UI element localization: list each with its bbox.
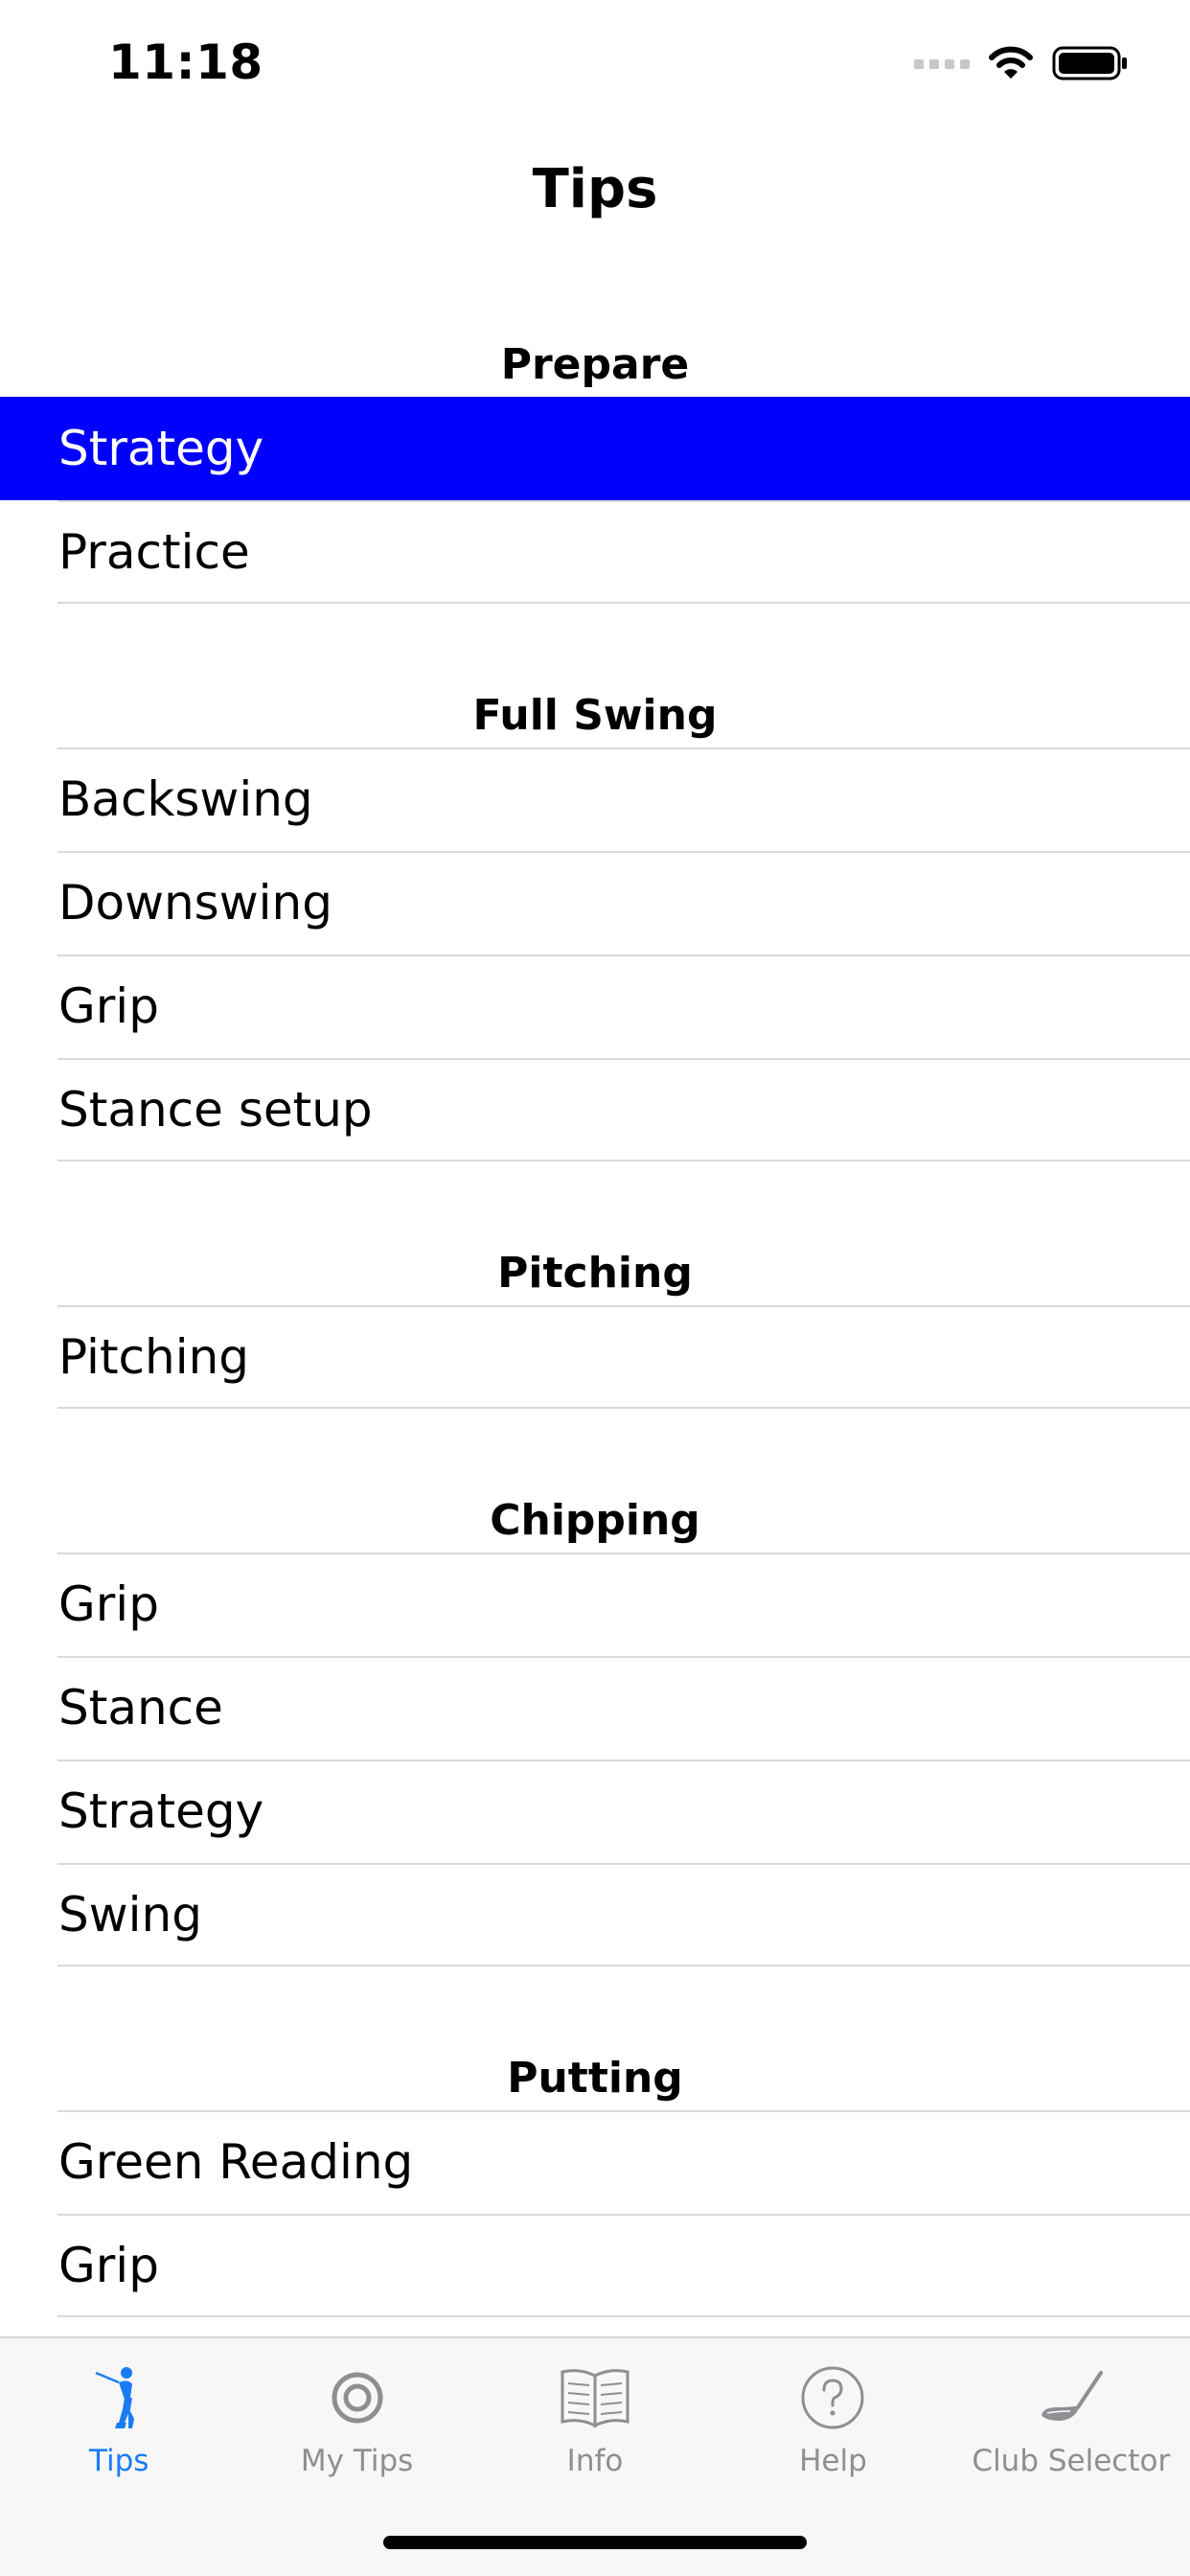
battery-icon (1052, 46, 1127, 80)
list-item[interactable]: Strategy (0, 397, 1190, 500)
list-item[interactable]: Grip (0, 1552, 1190, 1656)
book-icon (557, 2359, 633, 2436)
list-item[interactable]: Stance setup (0, 1058, 1190, 1162)
section-header-chipping: Chipping (490, 1496, 700, 1545)
page-title: Tips (532, 157, 658, 220)
list-item[interactable]: Downswing (0, 851, 1190, 954)
section-header-full-swing: Full Swing (472, 691, 718, 740)
tab-label: Help (799, 2444, 867, 2478)
list-item-label: Practice (58, 524, 250, 580)
list-item-label: Pitching (58, 1329, 250, 1385)
tab-label: My Tips (300, 2444, 414, 2478)
tab-my-tips[interactable]: My Tips (238, 2338, 475, 2482)
list-item-label: Stance (58, 1680, 223, 1736)
list-item[interactable]: Pitching (0, 1305, 1190, 1409)
tab-club-selector[interactable]: Club Selector (952, 2338, 1190, 2482)
tab-help[interactable]: Help (714, 2338, 951, 2482)
list-item-label: Grip (58, 2238, 159, 2293)
list-item-label: Backswing (58, 771, 313, 827)
list-item[interactable]: Green Reading (0, 2110, 1190, 2214)
list-item-label: Swing (58, 1887, 202, 1943)
tab-label: Info (566, 2444, 624, 2478)
target-icon (319, 2359, 396, 2436)
list-item-label: Grip (58, 978, 159, 1034)
golf-club-icon (1033, 2359, 1110, 2436)
wifi-icon (989, 46, 1033, 79)
list-item[interactable]: Grip (0, 954, 1190, 1058)
help-icon (794, 2359, 871, 2436)
list-item[interactable]: Stance (0, 1656, 1190, 1760)
tab-tips[interactable]: Tips (0, 2338, 238, 2482)
list-item[interactable]: Grip (0, 2214, 1190, 2317)
list-item[interactable]: Strategy (0, 1760, 1190, 1863)
status-icons (914, 42, 1129, 84)
list-item-label: Grip (58, 1576, 159, 1632)
list-item[interactable]: Backswing (0, 748, 1190, 851)
list-item-label: Strategy (58, 1783, 264, 1839)
signal-icon (914, 59, 970, 69)
list-item[interactable]: Practice (0, 500, 1190, 604)
navigation-bar: Tips (0, 126, 1190, 251)
tips-list[interactable]: Prepare Strategy Practice Full Swing Bac… (0, 305, 1190, 2317)
tab-label: Tips (88, 2444, 149, 2478)
list-item-label: Strategy (58, 421, 264, 476)
tab-label: Club Selector (972, 2444, 1171, 2478)
list-item-label: Green Reading (58, 2134, 414, 2190)
home-indicator (383, 2536, 807, 2549)
section-header-prepare: Prepare (500, 340, 690, 389)
status-bar: 11:18 (0, 0, 1190, 126)
list-item-label: Stance setup (58, 1082, 373, 1138)
status-time: 11:18 (108, 34, 263, 90)
tab-info[interactable]: Info (476, 2338, 714, 2482)
list-item-label: Downswing (58, 875, 332, 931)
list-item[interactable]: Swing (0, 1863, 1190, 1966)
section-header-putting: Putting (507, 2054, 683, 2103)
golfer-icon (80, 2359, 157, 2436)
section-header-pitching: Pitching (497, 1249, 693, 1298)
